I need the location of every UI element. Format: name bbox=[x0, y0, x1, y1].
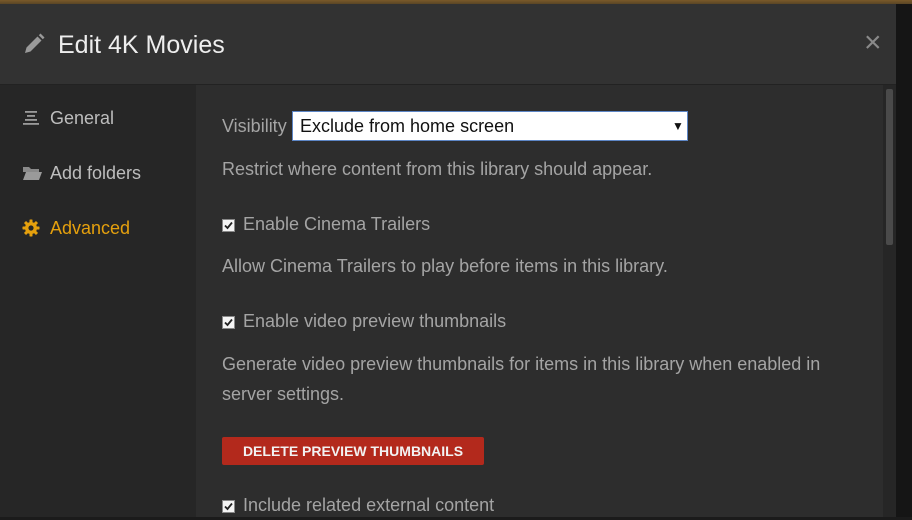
sidebar-item-advanced[interactable]: Advanced bbox=[0, 208, 196, 248]
visibility-select-value: Exclude from home screen bbox=[300, 116, 515, 136]
folder-icon bbox=[22, 164, 42, 182]
cinema-trailers-help-text: Allow Cinema Trailers to play before ite… bbox=[222, 256, 668, 276]
preview-thumbnails-help-line2: server settings. bbox=[222, 384, 345, 404]
visibility-select[interactable]: Exclude from home screen ▼ bbox=[292, 111, 688, 141]
background-edge bbox=[896, 4, 912, 517]
preview-thumbnails-label: Enable video preview thumbnails bbox=[243, 311, 507, 331]
visibility-label: Visibility bbox=[222, 116, 287, 136]
check-icon bbox=[224, 318, 233, 327]
scrollbar-thumb[interactable] bbox=[886, 89, 893, 245]
check-icon bbox=[224, 221, 233, 230]
content-scrollbar[interactable] bbox=[883, 85, 896, 517]
check-icon bbox=[224, 502, 233, 511]
related-content-checkbox[interactable] bbox=[222, 500, 235, 513]
close-icon[interactable]: × bbox=[864, 28, 882, 58]
list-icon bbox=[22, 109, 40, 127]
dialog-title: Edit 4K Movies bbox=[58, 31, 225, 59]
visibility-help-text: Restrict where content from this library… bbox=[222, 159, 653, 179]
edit-library-dialog: Edit 4K Movies × General Add folders Adv… bbox=[0, 4, 896, 517]
preview-thumbnails-checkbox[interactable] bbox=[222, 316, 235, 329]
sidebar: General Add folders Advanced bbox=[0, 85, 196, 517]
sidebar-item-general[interactable]: General bbox=[0, 98, 196, 138]
cinema-trailers-label: Enable Cinema Trailers bbox=[243, 214, 431, 234]
related-content-label: Include related external content bbox=[243, 495, 495, 515]
preview-thumbnails-help-line1: Generate video preview thumbnails for it… bbox=[222, 354, 821, 374]
sidebar-item-label: General bbox=[50, 108, 115, 128]
cinema-trailers-checkbox[interactable] bbox=[222, 219, 235, 232]
dropdown-arrow-icon: ▼ bbox=[672, 119, 684, 133]
pencil-icon bbox=[22, 32, 46, 56]
sidebar-item-label: Add folders bbox=[50, 163, 142, 183]
sidebar-item-label: Advanced bbox=[50, 218, 131, 238]
dialog-header: Edit 4K Movies × bbox=[0, 4, 896, 85]
sidebar-item-add-folders[interactable]: Add folders bbox=[0, 153, 196, 193]
delete-preview-thumbnails-button[interactable]: DELETE PREVIEW THUMBNAILS bbox=[222, 437, 484, 465]
gear-icon bbox=[22, 219, 40, 237]
advanced-settings-panel: Visibility Exclude from home screen ▼ Re… bbox=[197, 85, 883, 517]
